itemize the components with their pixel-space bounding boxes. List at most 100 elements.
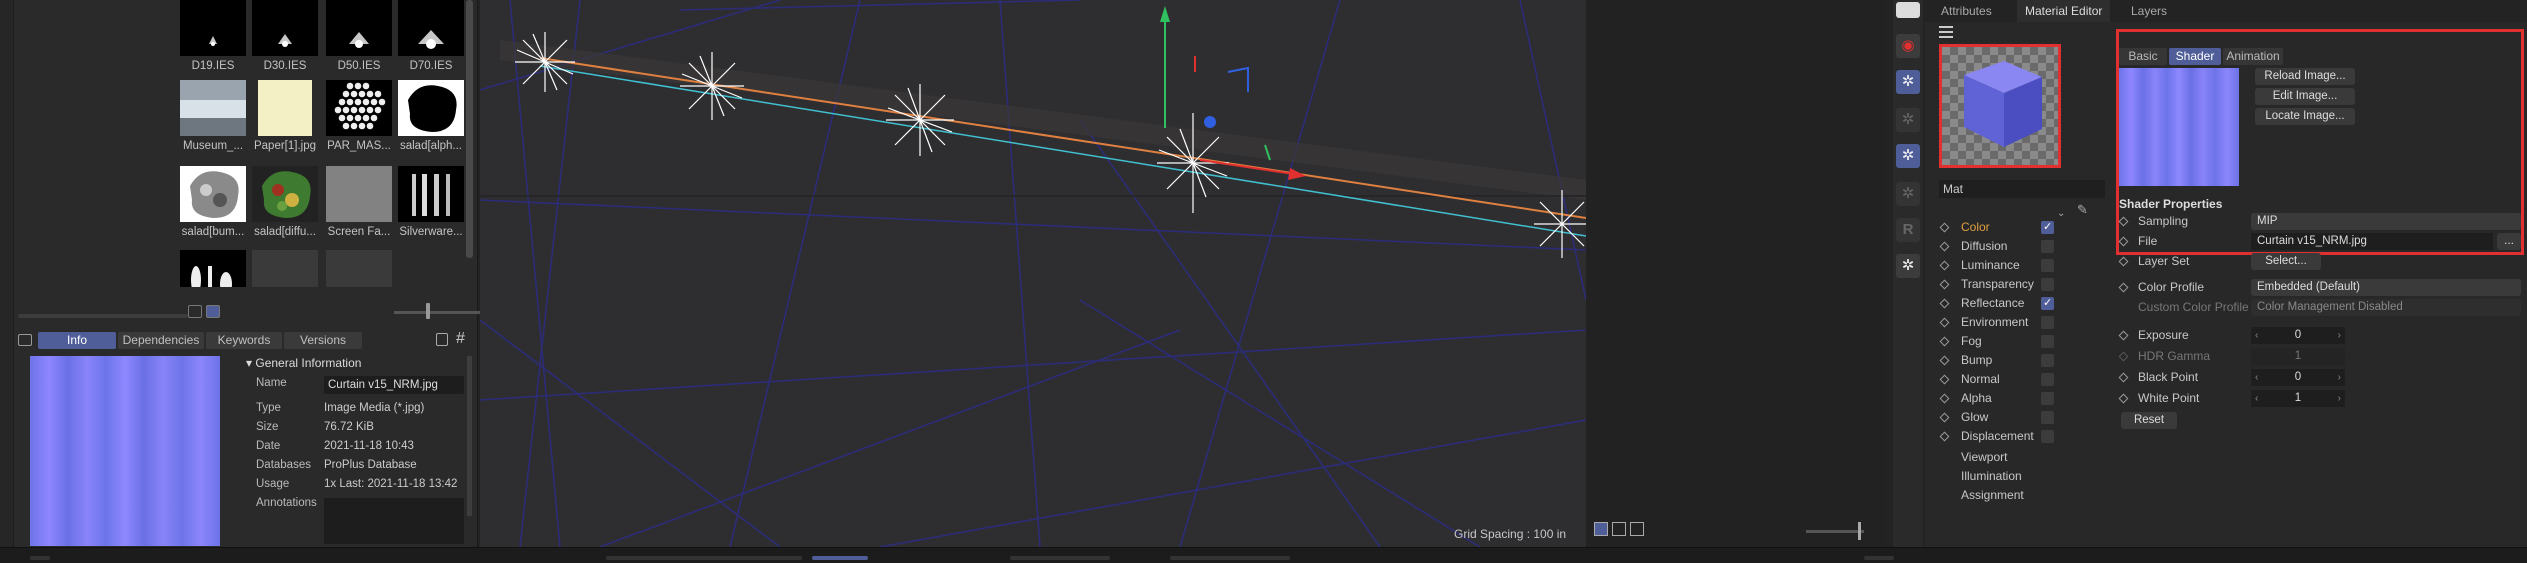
edit-image-button[interactable]: Edit Image... <box>2255 88 2355 105</box>
locate-image-button[interactable]: Locate Image... <box>2255 108 2355 125</box>
channel-alpha[interactable]: Alpha <box>1939 389 2109 408</box>
channel-checkbox[interactable] <box>2041 354 2054 367</box>
render-camera-icon[interactable]: ◉ <box>1896 34 1920 58</box>
asset-thumbnail[interactable]: D30.IES <box>252 0 318 86</box>
annotations-field[interactable] <box>324 498 464 544</box>
keyframe-diamond-icon[interactable] <box>2118 256 2129 267</box>
keyframe-diamond-icon[interactable] <box>1939 279 1950 290</box>
redshift-icon[interactable]: R <box>1896 218 1920 242</box>
channel-checkbox[interactable] <box>2041 411 2054 424</box>
keyframe-diamond-icon[interactable] <box>1939 222 1950 233</box>
shader-tab-animation[interactable]: Animation <box>2223 48 2283 65</box>
keyframe-diamond-icon[interactable] <box>2118 282 2129 293</box>
asset-name-field[interactable]: Curtain v15_NRM.jpg <box>324 376 464 394</box>
render-view-icon[interactable]: ✲ <box>1896 144 1920 168</box>
channel-assignment[interactable]: Assignment <box>1939 486 2109 505</box>
list-layout-icon[interactable] <box>1594 522 1608 536</box>
channel-checkbox[interactable] <box>2041 294 2054 313</box>
thumbnail-size-slider-handle[interactable] <box>426 303 430 319</box>
panel-layout-icon[interactable] <box>1630 522 1644 536</box>
keyframe-diamond-icon[interactable] <box>1939 355 1950 366</box>
tab-info[interactable]: Info <box>38 332 116 349</box>
channel-checkbox[interactable] <box>2041 316 2054 329</box>
keyframe-diamond-icon[interactable] <box>1939 317 1950 328</box>
channel-displacement[interactable]: Displacement <box>1939 427 2109 446</box>
channel-checkbox[interactable] <box>2041 335 2054 348</box>
sampling-dropdown[interactable]: MIP <box>2251 213 2521 230</box>
viewport-scene[interactable] <box>480 0 1586 547</box>
keyframe-diamond-icon[interactable] <box>1939 336 1950 347</box>
asset-thumbnail[interactable]: salad[bum... <box>180 166 246 252</box>
keyframe-diamond-icon[interactable] <box>2118 372 2129 383</box>
channel-luminance[interactable]: Luminance <box>1939 256 2109 275</box>
asset-thumbnail[interactable]: Paper[1].jpg <box>252 80 318 166</box>
channel-transparency[interactable]: Transparency <box>1939 275 2109 294</box>
material-name-field[interactable]: Mat <box>1939 180 2105 198</box>
tab-attributes[interactable]: Attributes <box>1933 0 2000 22</box>
grid-layout-icon[interactable] <box>1612 522 1626 536</box>
keyframe-diamond-icon[interactable] <box>1939 412 1950 423</box>
keyframe-diamond-icon[interactable] <box>1939 393 1950 404</box>
tab-dependencies[interactable]: Dependencies <box>118 332 204 349</box>
viewport-zoom-slider-handle[interactable] <box>1858 522 1861 540</box>
channel-diffusion[interactable]: Diffusion <box>1939 237 2109 256</box>
asset-thumbnail[interactable] <box>252 250 318 287</box>
keyframe-diamond-icon[interactable] <box>2118 216 2129 227</box>
keyframe-diamond-icon[interactable] <box>1939 241 1950 252</box>
keyframe-diamond-icon[interactable] <box>1939 431 1950 442</box>
asset-thumbnail[interactable] <box>326 250 392 287</box>
keyframe-diamond-icon[interactable] <box>1939 260 1950 271</box>
keyframe-diamond-icon[interactable] <box>2118 236 2129 247</box>
tab-layers[interactable]: Layers <box>2123 0 2175 22</box>
file-path-field[interactable]: Curtain v15_NRM.jpg <box>2251 233 2493 250</box>
keyframe-diamond-icon[interactable] <box>2118 330 2129 341</box>
grid-view-icon[interactable] <box>206 305 220 318</box>
reload-image-button[interactable]: Reload Image... <box>2255 68 2355 85</box>
channel-color[interactable]: Color <box>1939 218 2109 237</box>
keyframe-diamond-icon[interactable] <box>1939 298 1950 309</box>
copy-icon[interactable] <box>436 333 448 346</box>
asset-thumbnail[interactable]: PAR_MAS... <box>326 80 392 166</box>
channel-viewport[interactable]: Viewport <box>1939 448 2109 467</box>
keyframe-diamond-icon[interactable] <box>1939 374 1950 385</box>
material-preview[interactable] <box>1939 44 2061 168</box>
channel-reflectance[interactable]: Reflectance <box>1939 294 2109 313</box>
asset-thumbnail[interactable]: Museum_... <box>180 80 246 166</box>
eyedropper-icon[interactable]: ✎ <box>2077 202 2088 218</box>
channel-checkbox[interactable] <box>2041 392 2054 405</box>
horizontal-scrollbar[interactable] <box>18 314 188 318</box>
channel-checkbox[interactable] <box>2041 373 2054 386</box>
asset-thumbnail[interactable] <box>180 250 246 287</box>
list-view-icon[interactable] <box>188 305 202 318</box>
gear-icon[interactable]: ✲ <box>1896 108 1920 132</box>
asset-thumbnail[interactable]: D70.IES <box>398 0 464 86</box>
tab-material-editor[interactable]: Material Editor <box>2017 0 2111 22</box>
color-profile-dropdown[interactable]: Embedded (Default) <box>2251 279 2521 296</box>
shader-tab-basic[interactable]: Basic <box>2119 48 2167 65</box>
exposure-field[interactable]: ‹ 0 › <box>2251 327 2345 344</box>
render-queue-icon[interactable]: ✲ <box>1896 254 1920 278</box>
channel-environment[interactable]: Environment <box>1939 313 2109 332</box>
channel-checkbox[interactable] <box>2041 278 2054 291</box>
general-information-header[interactable]: ▾ General Information <box>238 354 464 372</box>
toggle-icon[interactable] <box>1896 2 1920 18</box>
menu-icon[interactable] <box>1939 26 1953 38</box>
channel-fog[interactable]: Fog <box>1939 332 2109 351</box>
channel-illumination[interactable]: Illumination <box>1939 467 2109 486</box>
asset-thumbnail[interactable]: Screen Fa... <box>326 166 392 252</box>
render-settings-icon[interactable]: ✲ <box>1896 70 1920 94</box>
channel-checkbox[interactable] <box>2041 218 2054 237</box>
channel-checkbox[interactable] <box>2041 259 2054 272</box>
viewport-zoom-slider[interactable] <box>1806 530 1864 533</box>
reset-button[interactable]: Reset <box>2121 412 2177 429</box>
channel-glow[interactable]: Glow <box>1939 408 2109 427</box>
shader-tab-shader[interactable]: Shader <box>2169 48 2221 65</box>
channel-bump[interactable]: Bump <box>1939 351 2109 370</box>
browse-file-button[interactable]: ... <box>2497 233 2521 250</box>
info-scrollbar[interactable] <box>467 356 472 516</box>
black-point-field[interactable]: ‹ 0 › <box>2251 369 2345 386</box>
thumbnail-size-slider[interactable] <box>394 311 490 314</box>
asset-thumbnail[interactable]: salad[diffu... <box>252 166 318 252</box>
asset-thumbnail[interactable]: D19.IES <box>180 0 246 86</box>
keyframe-diamond-icon[interactable] <box>2118 393 2129 404</box>
